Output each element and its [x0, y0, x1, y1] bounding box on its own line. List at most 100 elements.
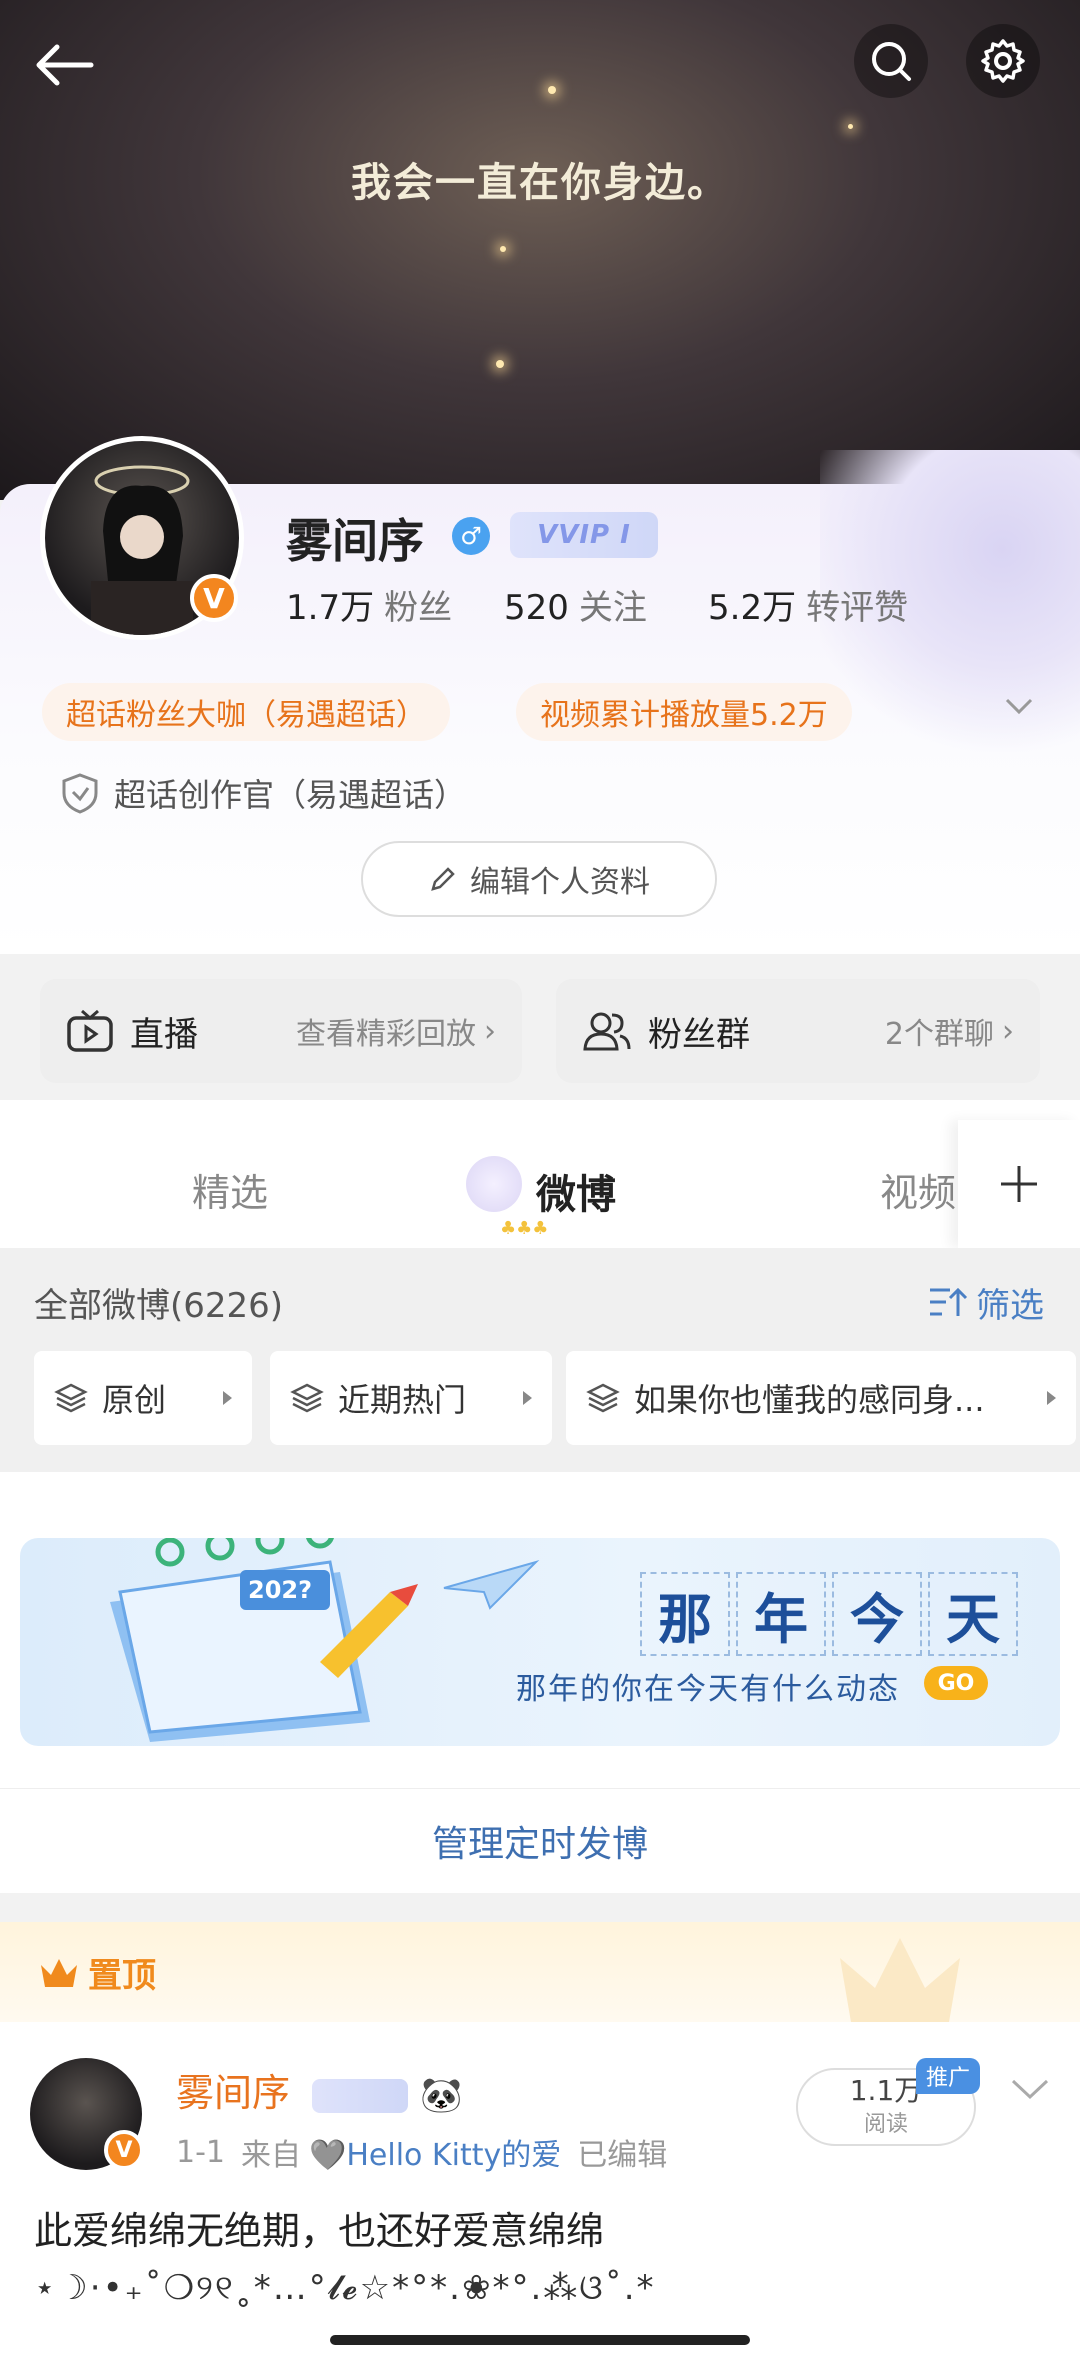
tab-featured[interactable]: 精选 — [192, 1162, 268, 1217]
pinned-label: 置顶 — [38, 1948, 156, 1997]
sort-filter-icon — [930, 1287, 968, 1316]
tab-video[interactable]: 视频 — [880, 1162, 956, 1217]
banner-subtitle: 那年的你在今天有什么动态 — [516, 1672, 900, 1707]
plus-icon — [1001, 1166, 1037, 1202]
chip-label: 如果你也懂我的感同身... — [634, 1381, 985, 1419]
layers-icon — [586, 1383, 620, 1413]
crown-icon — [41, 1958, 77, 1987]
promote-badge[interactable]: 推广 — [916, 2058, 980, 2094]
live-replay-link[interactable]: 查看精彩回放 › — [296, 1009, 496, 1053]
back-button[interactable] — [30, 30, 100, 100]
certification-text: 超话创作官（易遇超话） — [114, 776, 467, 814]
expand-profile-button[interactable] — [1004, 696, 1034, 720]
certification-row[interactable]: 超话创作官（易遇超话） — [60, 770, 466, 816]
back-arrow-icon — [36, 44, 94, 86]
title-char: 天 — [928, 1572, 1018, 1656]
caret-right-icon — [523, 1391, 532, 1405]
fan-group-tile[interactable]: 粉丝群 2个群聊 › — [556, 979, 1040, 1083]
stat-followers[interactable]: 1.7万 粉丝 — [286, 580, 452, 629]
manage-scheduled-posts[interactable]: 管理定时发博 — [0, 1788, 1080, 1893]
gear-icon — [981, 39, 1025, 83]
post-decor-text: ⋆☽︎·•₊˚❍୨୧˳*…°𝓵𝓮☆*°*.❀*°.⁂ଓ˚.* — [34, 2268, 656, 2308]
chevron-right-icon: › — [1002, 1013, 1014, 1049]
chip-label: 近期热门 — [338, 1381, 467, 1419]
calendar-year: 202? — [248, 1576, 312, 1604]
interactions-count: 5.2万 — [708, 588, 797, 628]
male-icon: ♂ — [452, 517, 490, 555]
home-indicator[interactable] — [330, 2335, 750, 2345]
chevron-right-icon: › — [484, 1013, 496, 1049]
post-date: 1-1 — [176, 2134, 225, 2170]
post-author-name: 雾间序 — [176, 2071, 291, 2115]
add-tab-button[interactable] — [958, 1120, 1080, 1248]
followers-count: 1.7万 — [286, 588, 375, 628]
cover-quote: 我会一直在你身边。 — [351, 159, 729, 206]
caret-right-icon — [223, 1391, 232, 1405]
post-meta: 1-1 来自 🩶Hello Kitty的爱 已编辑 — [176, 2130, 667, 2174]
group-icon — [583, 1012, 631, 1051]
layers-icon — [54, 1383, 88, 1413]
filter-button[interactable]: 筛选 — [928, 1278, 1044, 1327]
live-sub: 查看精彩回放 — [296, 1017, 476, 1052]
star-light — [548, 86, 556, 94]
fan-group-sub: 2个群聊 — [884, 1017, 994, 1052]
panda-icon: 🐼 — [420, 2075, 463, 2116]
interactions-label: 转评赞 — [806, 588, 909, 628]
following-count: 520 — [504, 588, 569, 628]
memories-banner[interactable]: 202? 那 年 今 天 那年的你在今天有什么动态 GO — [20, 1538, 1060, 1746]
post-source-link[interactable]: 🩶Hello Kitty的爱 — [309, 2130, 561, 2174]
post-count: 全部微博(6226) — [34, 1286, 284, 1326]
settings-button[interactable] — [966, 24, 1040, 98]
pinned-text: 置顶 — [88, 1956, 156, 1996]
star-light — [500, 246, 506, 252]
star-light — [848, 124, 853, 129]
post-text: 此爱绵绵无绝期，也还好爱意绵绵 — [34, 2209, 605, 2253]
shield-icon — [62, 773, 98, 814]
stat-interactions[interactable]: 5.2万 转评赞 — [708, 580, 908, 629]
caret-right-icon — [1047, 1391, 1056, 1405]
filter-label: 筛选 — [976, 1286, 1044, 1326]
search-icon — [872, 42, 911, 81]
filter-chip-hot[interactable]: 近期热门 — [270, 1351, 552, 1445]
read-count-value: 1.1万 — [849, 2074, 923, 2107]
pencil-icon — [431, 867, 455, 891]
star-light — [496, 360, 504, 368]
verified-badge: V — [190, 574, 238, 622]
go-button[interactable]: GO — [924, 1666, 988, 1700]
vip-badge — [312, 2078, 409, 2113]
chevron-down-icon — [1005, 698, 1033, 715]
honor-chip[interactable]: 超话粉丝大咖（易遇超话） — [42, 683, 450, 741]
title-char: 那 — [640, 1572, 730, 1656]
profile-name: 雾间序 — [286, 514, 424, 568]
search-button[interactable] — [854, 24, 928, 98]
honor-chip[interactable]: 视频累计播放量5.2万 — [516, 683, 852, 741]
banner-title: 那 年 今 天 — [640, 1572, 1018, 1656]
post-author[interactable]: 雾间序 🐼 — [176, 2062, 463, 2117]
calendar-illustration: 202? — [110, 1538, 418, 1742]
title-char: 今 — [832, 1572, 922, 1656]
paper-plane-icon — [443, 1559, 540, 1610]
paw-decoration-icon: ♣♣♣ — [500, 1218, 549, 1239]
vvip-badge[interactable]: VVIP I — [510, 512, 658, 558]
post-menu-button[interactable] — [1010, 2076, 1050, 2106]
tab-mascot-icon — [466, 1156, 522, 1212]
layers-icon — [290, 1383, 324, 1413]
fan-group-title: 粉丝群 — [648, 1014, 750, 1055]
verified-badge: V — [104, 2130, 144, 2170]
live-title: 直播 — [130, 1014, 198, 1055]
filter-chip-topic[interactable]: 如果你也懂我的感同身... — [566, 1351, 1076, 1445]
post-edited: 已编辑 — [577, 2138, 668, 2173]
read-count-label: 阅读 — [863, 2112, 908, 2137]
chip-label: 原创 — [102, 1381, 167, 1419]
following-label: 关注 — [578, 588, 647, 628]
tab-weibo[interactable]: 微博 — [536, 1162, 616, 1220]
followers-label: 粉丝 — [384, 588, 453, 628]
fan-group-link[interactable]: 2个群聊 › — [885, 1009, 1014, 1053]
edit-profile-label: 编辑个人资料 — [470, 865, 650, 900]
post-from-prefix: 来自 — [241, 2138, 301, 2173]
stat-following[interactable]: 520 关注 — [504, 580, 647, 629]
edit-profile-button[interactable]: 编辑个人资料 — [361, 841, 717, 917]
tv-icon — [67, 1009, 113, 1052]
live-tile[interactable]: 直播 查看精彩回放 › — [40, 979, 522, 1083]
filter-chip-original[interactable]: 原创 — [34, 1351, 252, 1445]
